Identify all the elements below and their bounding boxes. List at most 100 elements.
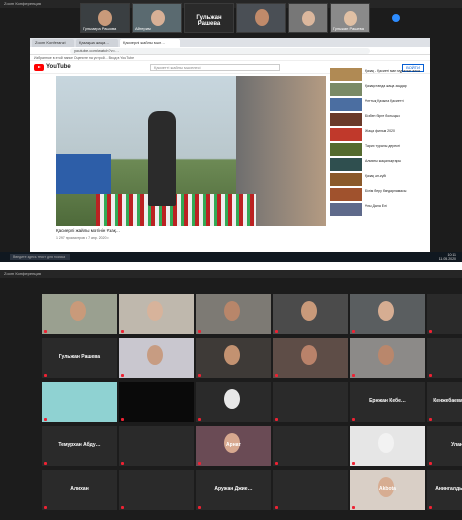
participant-tile[interactable]: Алихан xyxy=(42,470,117,510)
participant-tile[interactable]: Арнат xyxy=(196,426,271,466)
video-title: Қасиерлі жайлы мәтінін Ұзақ… xyxy=(56,228,121,233)
muted-mic-icon xyxy=(429,506,432,509)
muted-mic-icon xyxy=(429,374,432,377)
muted-mic-icon xyxy=(44,506,47,509)
participant-tile[interactable] xyxy=(273,470,348,510)
recommendation-title: Ұлы Дала Елі xyxy=(365,204,387,208)
participant-tile[interactable] xyxy=(119,338,194,378)
muted-mic-icon xyxy=(352,374,355,377)
muted-mic-icon xyxy=(275,418,278,421)
participant-tile[interactable] xyxy=(119,294,194,334)
participant-tile[interactable]: Кенжебаева Гули… xyxy=(427,382,462,422)
participant-tile[interactable] xyxy=(119,470,194,510)
face-icon xyxy=(147,345,163,365)
participant-tile[interactable] xyxy=(350,338,425,378)
participant-name: Гульжан Рашева xyxy=(333,26,364,31)
muted-mic-icon xyxy=(198,374,201,377)
recommendation-item[interactable]: Қазақ - Қасиеті ман мұратын алса xyxy=(330,68,430,81)
participant-tile[interactable] xyxy=(42,294,117,334)
participant-name: Айгерим xyxy=(135,26,151,31)
participant-tile[interactable] xyxy=(273,294,348,334)
face-icon xyxy=(378,433,394,453)
recommendation-item[interactable]: Жаңа фильм 2020 xyxy=(330,128,430,141)
participant-tile[interactable]: Гульжан Рашева xyxy=(42,338,117,378)
recommendation-item[interactable]: Білім беру бағдарламасы xyxy=(330,188,430,201)
muted-mic-icon xyxy=(275,330,278,333)
participant-thumb[interactable]: Гульжан Рашева xyxy=(330,3,370,33)
participant-name: Арнат xyxy=(226,442,241,448)
muted-mic-icon xyxy=(275,506,278,509)
participant-tile[interactable] xyxy=(119,426,194,466)
participant-tile[interactable]: Анингалды Наз… xyxy=(427,470,462,510)
participant-tile[interactable] xyxy=(196,338,271,378)
recommendation-item[interactable]: Алматы жаңалықтары xyxy=(330,158,430,171)
recommendation-title: Ұлттық Қазына Қасиетті xyxy=(365,99,404,103)
tab[interactable]: Zoom Konferanzi xyxy=(32,39,74,47)
muted-mic-icon xyxy=(429,330,432,333)
browser-window: Zoom Konferanzi Қазақша жаңа… Қасиерлі ж… xyxy=(30,38,430,252)
flowers-image xyxy=(96,194,256,226)
search-input[interactable]: Қасиетті жайлы мәселесі xyxy=(150,64,280,71)
face-icon xyxy=(302,11,315,26)
muted-mic-icon xyxy=(121,506,124,509)
face-icon xyxy=(255,9,269,26)
participant-tile[interactable] xyxy=(273,426,348,466)
participant-tile[interactable]: Темурхан Абду… xyxy=(42,426,117,466)
recommendation-item[interactable]: Қазақ ән-күйі xyxy=(330,173,430,186)
participant-tile[interactable]: Akbota xyxy=(350,470,425,510)
participant-tile[interactable] xyxy=(427,294,462,334)
recommendation-item[interactable]: Бізбен бірге болыңыз xyxy=(330,113,430,126)
face-icon xyxy=(344,11,357,26)
face-icon xyxy=(151,10,165,26)
participant-thumb[interactable]: Гульжан Рашева xyxy=(184,3,234,33)
gallery-panel: Zoom Конференция Гульжан Рашева Ернжан Ке… xyxy=(0,270,462,520)
recommendation-title: Тарих туралы деректі xyxy=(365,144,401,148)
participant-name: Анингалды Наз… xyxy=(435,486,462,492)
participant-tile[interactable] xyxy=(273,382,348,422)
recommendation-thumbnail xyxy=(330,128,362,141)
participant-tile[interactable] xyxy=(196,294,271,334)
face-icon xyxy=(147,301,163,321)
muted-mic-icon xyxy=(121,462,124,465)
participant-tile[interactable] xyxy=(350,426,425,466)
recommendation-title: Қазақстанда жаңа заңдар xyxy=(365,84,407,88)
youtube-logo-icon[interactable] xyxy=(34,64,44,71)
participant-tile[interactable]: Аружан Джие… xyxy=(196,470,271,510)
muted-mic-icon xyxy=(429,462,432,465)
participant-tile[interactable] xyxy=(42,382,117,422)
recommendation-item[interactable]: Тарих туралы деректі xyxy=(330,143,430,156)
participant-thumb[interactable]: Айгерим xyxy=(132,3,182,33)
taskbar-search[interactable]: Введите здесь текст для поиска xyxy=(10,254,70,260)
recommendation-item[interactable]: Ұлы Дала Елі xyxy=(330,203,430,216)
youtube-name[interactable]: YouTube xyxy=(46,64,71,70)
participant-name: Кенжебаева Гули… xyxy=(433,398,462,404)
participant-tile[interactable]: Улан xyxy=(427,426,462,466)
recommendation-thumbnail xyxy=(330,188,362,201)
muted-mic-icon xyxy=(198,462,201,465)
face-icon xyxy=(224,301,240,321)
zoom-titlebar: Zoom Конференция xyxy=(0,270,462,278)
tab[interactable]: Қазақша жаңа… xyxy=(76,39,118,47)
person-image xyxy=(148,111,176,206)
face-icon xyxy=(378,345,394,365)
video-player[interactable] xyxy=(56,76,326,226)
url-field[interactable]: youtube.com/watch?v=… xyxy=(70,48,370,54)
recommendation-item[interactable]: Ұлттық Қазына Қасиетті xyxy=(330,98,430,111)
tab-active[interactable]: Қасиерлі жайлы мәл… xyxy=(120,39,180,47)
participant-thumb[interactable]: Гульмира Рашова xyxy=(80,3,130,33)
participant-tile[interactable] xyxy=(350,294,425,334)
participant-tile[interactable] xyxy=(119,382,194,422)
participant-tile[interactable] xyxy=(273,338,348,378)
participant-tile[interactable] xyxy=(427,338,462,378)
recommendation-title: Алматы жаңалықтары xyxy=(365,159,401,163)
participant-tile[interactable] xyxy=(196,382,271,422)
muted-mic-icon xyxy=(275,462,278,465)
participant-tile[interactable]: Ернжан Кебе… xyxy=(350,382,425,422)
zoom-indicator-icon[interactable] xyxy=(392,14,400,22)
screen-share-panel: Zoom Конференция Гульмира Рашова Айгерим… xyxy=(0,0,462,262)
participant-thumb[interactable] xyxy=(236,3,286,33)
recommendation-thumbnail xyxy=(330,158,362,171)
participant-thumb[interactable] xyxy=(288,3,328,33)
recommendation-item[interactable]: Қазақстанда жаңа заңдар xyxy=(330,83,430,96)
participant-name: Akbota xyxy=(379,486,396,492)
